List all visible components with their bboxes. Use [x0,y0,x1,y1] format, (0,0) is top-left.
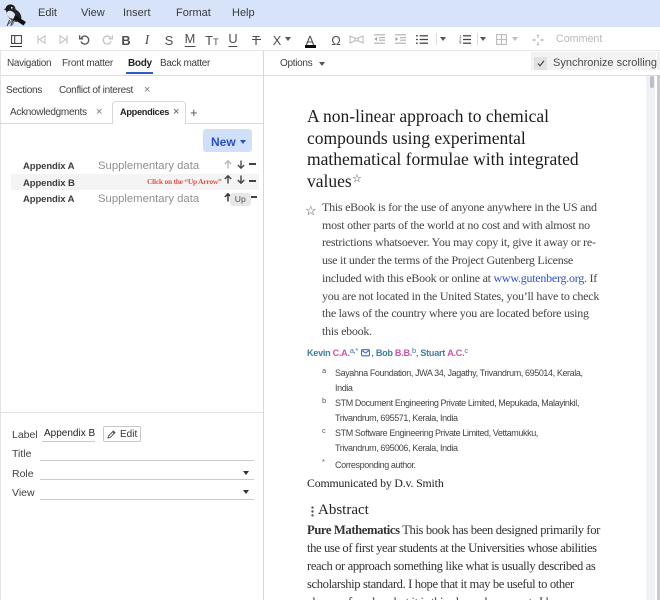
svg-text:3: 3 [459,40,462,43]
